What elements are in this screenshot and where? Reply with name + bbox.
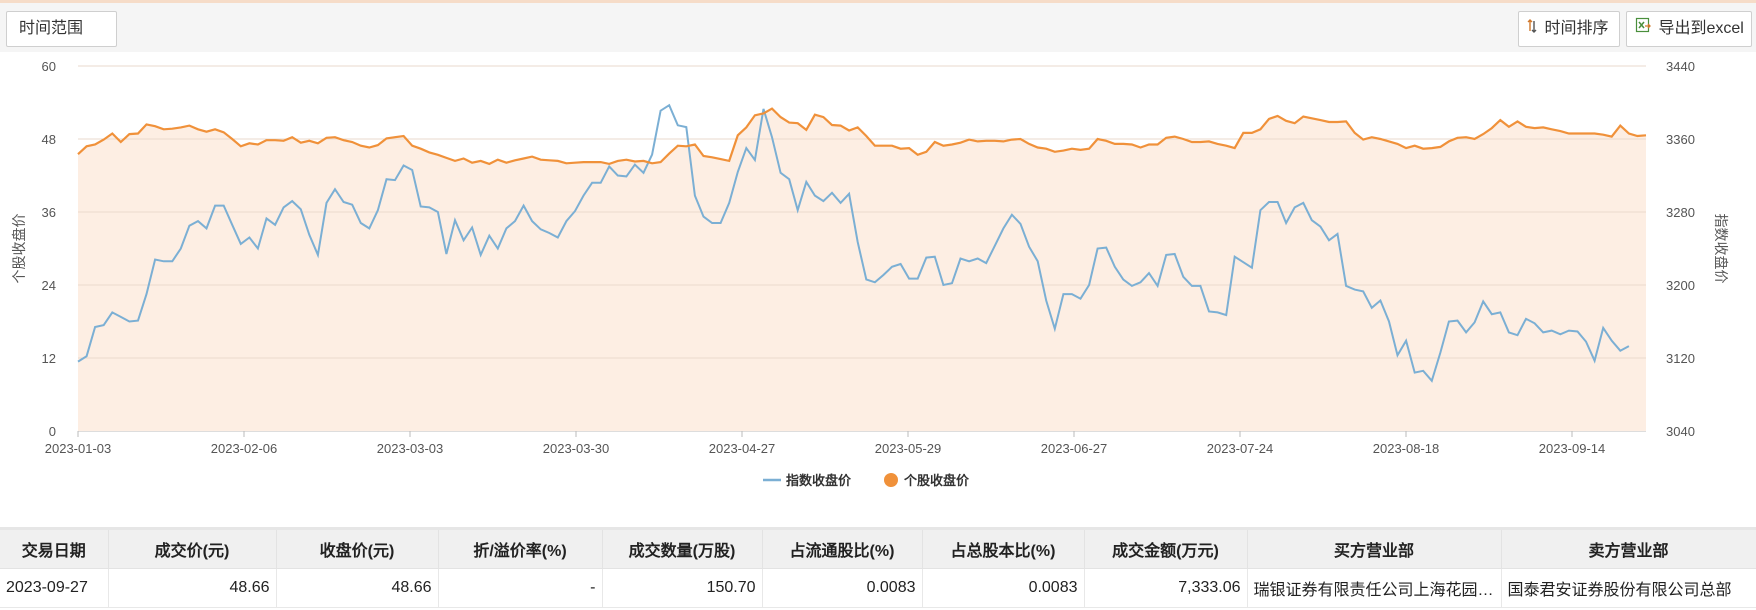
stock-area [78, 108, 1646, 431]
header-premium-rate[interactable]: 折/溢价率(%) [438, 530, 603, 569]
y-left-tick-label: 12 [42, 351, 56, 366]
export-excel-label: 导出到excel [1658, 20, 1744, 37]
x-tick-label: 2023-06-27 [1041, 441, 1108, 456]
y-right-tick-label: 3120 [1666, 351, 1695, 366]
time-sort-label: 时间排序 [1544, 20, 1609, 37]
x-tick-label: 2023-03-30 [543, 441, 610, 456]
table-row: 2023-09-27 48.66 48.66 - 150.70 0.0083 0… [0, 568, 1756, 608]
cell-seller: 国泰君安证券股份有限公司总部 [1501, 568, 1756, 608]
time-sort-button[interactable]: 时间排序 [1518, 11, 1620, 47]
header-volume[interactable]: 成交数量(万股) [602, 530, 763, 569]
header-trade-price[interactable]: 成交价(元) [108, 530, 277, 569]
cell-total-ratio: 0.0083 [922, 568, 1085, 608]
cell-volume: 150.70 [602, 568, 763, 608]
excel-icon [1635, 12, 1651, 46]
cell-amount: 7,333.06 [1084, 568, 1248, 608]
cell-premium-rate: - [438, 568, 603, 608]
y-left-tick-label: 60 [42, 59, 56, 74]
x-tick-label: 2023-03-03 [377, 441, 444, 456]
legend-stock-label: 个股收盘价 [903, 473, 970, 488]
toolbar: 时间范围 时间排序 导出到excel [0, 0, 1756, 52]
y-right-tick-label: 3200 [1666, 278, 1695, 293]
sort-arrows-icon [1527, 12, 1537, 46]
header-seller[interactable]: 卖方营业部 [1501, 530, 1756, 569]
y-right-tick-label: 3280 [1666, 205, 1695, 220]
y-left-tick-label: 36 [42, 205, 56, 220]
y-right-tick-label: 3360 [1666, 132, 1695, 147]
x-tick-label: 2023-07-24 [1207, 441, 1274, 456]
x-tick-label: 2023-09-14 [1539, 441, 1606, 456]
legend-index-label: 指数收盘价 [786, 473, 852, 488]
y-right-tick-label: 3040 [1666, 424, 1695, 439]
x-tick-label: 2023-05-29 [875, 441, 942, 456]
block-trade-table: 交易日期 成交价(元) 收盘价(元) 折/溢价率(%) 成交数量(万股) 占流通… [0, 527, 1756, 610]
y-left-tick-label: 0 [49, 424, 56, 439]
header-buyer[interactable]: 买方营业部 [1247, 530, 1502, 569]
y-left-tick-label: 24 [42, 278, 56, 293]
x-tick-label: 2023-02-06 [211, 441, 278, 456]
y-right-tick-label: 3440 [1666, 59, 1695, 74]
y-left-tick-label: 48 [42, 132, 56, 147]
time-range-button[interactable]: 时间范围 [6, 11, 117, 47]
y-right-axis-title: 指数收盘价 [1713, 214, 1729, 284]
header-total-ratio[interactable]: 占总股本比(%) [922, 530, 1085, 569]
table-header-row: 交易日期 成交价(元) 收盘价(元) 折/溢价率(%) 成交数量(万股) 占流通… [0, 530, 1756, 569]
cell-close-price: 48.66 [276, 568, 439, 608]
x-tick-label: 2023-04-27 [709, 441, 776, 456]
x-tick-label: 2023-01-03 [45, 441, 112, 456]
y-left-axis-title: 个股收盘价 [11, 214, 27, 284]
cell-trade-price: 48.66 [108, 568, 277, 608]
time-range-label: 时间范围 [19, 20, 84, 37]
header-trade-date[interactable]: 交易日期 [0, 530, 109, 569]
cell-float-ratio: 0.0083 [762, 568, 923, 608]
export-excel-button[interactable]: 导出到excel [1626, 11, 1752, 47]
header-close-price[interactable]: 收盘价(元) [276, 530, 439, 569]
price-chart: 0 12 24 36 48 60 3040 3120 3200 3280 3360 3440 个股收盘价… [11, 59, 1729, 488]
header-float-ratio[interactable]: 占流通股比(%) [762, 530, 923, 569]
header-amount[interactable]: 成交金额(万元) [1084, 530, 1248, 569]
legend-stock-swatch [884, 473, 898, 487]
cell-trade-date: 2023-09-27 [0, 568, 109, 608]
cell-buyer: 瑞银证券有限责任公司上海花园石桥路证券营业部 [1247, 568, 1502, 608]
x-tick-label: 2023-08-18 [1373, 441, 1440, 456]
